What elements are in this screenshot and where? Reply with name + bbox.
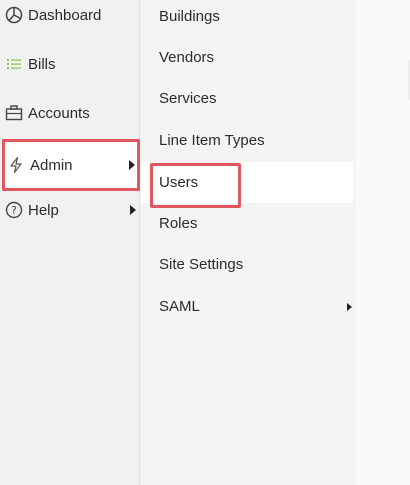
submenu-item-saml[interactable]: SAML	[141, 286, 353, 327]
help-circle-icon: ?	[5, 201, 23, 219]
submenu-item-label: Services	[159, 90, 217, 107]
sidebar: Dashboard Bills Accounts Admin ? Help	[0, 0, 140, 485]
sidebar-item-accounts[interactable]: Accounts	[0, 93, 140, 133]
submenu-item-label: Line Item Types	[159, 132, 265, 149]
submenu-item-label: SAML	[159, 298, 200, 315]
sidebar-item-bills[interactable]: Bills	[0, 44, 140, 84]
lightning-icon	[7, 156, 25, 174]
chevron-right-icon	[347, 302, 352, 311]
submenu-item-label: Users	[159, 174, 199, 191]
sidebar-item-label: Bills	[28, 55, 56, 73]
admin-submenu: Buildings Vendors Services Line Item Typ…	[141, 0, 355, 485]
submenu-item-label: Site Settings	[159, 256, 244, 273]
sidebar-item-label: Admin	[30, 156, 73, 174]
submenu-item-users[interactable]: Users	[141, 162, 353, 203]
briefcase-icon	[5, 104, 23, 122]
admin-menu-screen: Dashboard Bills Accounts Admin ? Help Bu…	[0, 0, 410, 485]
submenu-item-site-settings[interactable]: Site Settings	[141, 244, 353, 285]
sidebar-item-label: Accounts	[28, 104, 90, 122]
sidebar-item-label: Help	[28, 201, 59, 219]
background-panel	[356, 0, 410, 485]
submenu-item-roles[interactable]: Roles	[141, 203, 353, 244]
submenu-item-services[interactable]: Services	[141, 78, 353, 119]
sidebar-item-label: Dashboard	[28, 6, 102, 24]
submenu-item-line-item-types[interactable]: Line Item Types	[141, 120, 353, 161]
submenu-item-buildings[interactable]: Buildings	[141, 0, 353, 37]
submenu-item-label: Buildings	[159, 8, 220, 25]
list-icon	[5, 55, 23, 73]
submenu-item-vendors[interactable]: Vendors	[141, 37, 353, 78]
sidebar-item-dashboard[interactable]: Dashboard	[0, 0, 140, 35]
chevron-right-icon	[129, 160, 135, 170]
submenu-item-label: Roles	[159, 215, 198, 232]
svg-text:?: ?	[11, 204, 17, 217]
sidebar-item-admin[interactable]: Admin	[2, 139, 140, 191]
dashboard-icon	[5, 6, 23, 24]
submenu-item-label: Vendors	[159, 49, 215, 66]
sidebar-item-help[interactable]: ? Help	[0, 190, 140, 230]
chevron-right-icon	[130, 205, 136, 215]
